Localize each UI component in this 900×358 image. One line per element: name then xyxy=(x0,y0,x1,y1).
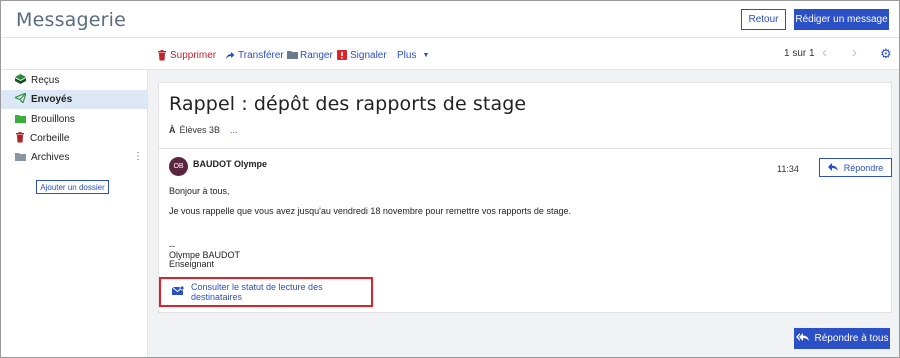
folder-icon xyxy=(15,114,26,126)
reply-arrow-icon xyxy=(827,162,838,173)
add-folder-button[interactable]: Ajouter un dossier xyxy=(36,180,109,194)
back-button[interactable]: Retour xyxy=(741,9,786,30)
sidebar-item-archives[interactable]: Archives ⋮ xyxy=(1,148,147,167)
folder-icon xyxy=(287,50,298,60)
subject-card: Rappel : dépôt des rapports de stage À É… xyxy=(158,82,892,148)
file-label: Ranger xyxy=(300,49,333,61)
chevron-down-icon: ▼ xyxy=(422,51,430,59)
reply-button[interactable]: Répondre xyxy=(819,158,892,177)
read-status-link[interactable]: Consulter le statut de lecture des desti… xyxy=(159,277,373,307)
sender-name: BAUDOT Olympe xyxy=(193,159,268,169)
delete-button[interactable]: Supprimer xyxy=(157,48,216,62)
forward-button[interactable]: Transférer xyxy=(225,48,284,62)
reply-label: Répondre xyxy=(843,162,884,173)
sidebar-item-label: Envoyés xyxy=(31,94,73,105)
forward-arrow-icon xyxy=(225,50,235,60)
gear-icon[interactable]: ⚙ xyxy=(880,46,892,62)
signature-role: Enseignant xyxy=(169,259,215,269)
message-body-line: Je vous rappelle que vous avez jusqu'au … xyxy=(169,206,571,216)
alert-icon xyxy=(337,50,347,60)
sidebar-item-drafts[interactable]: Brouillons xyxy=(1,110,147,129)
reply-all-button[interactable]: Répondre à tous xyxy=(794,328,890,349)
sidebar-item-label: Corbeille xyxy=(30,133,70,144)
paper-plane-icon xyxy=(13,92,27,106)
sidebar-item-sent[interactable]: Envoyés xyxy=(1,90,147,109)
sidebar-item-inbox[interactable]: Reçus xyxy=(1,71,147,90)
recipient-list[interactable]: Élèves 3B xyxy=(180,125,221,135)
read-status-label: Consulter le statut de lecture des desti… xyxy=(191,282,323,302)
more-label: Plus xyxy=(397,49,417,61)
sidebar-item-trash[interactable]: Corbeille xyxy=(1,129,147,148)
envelope-check-icon xyxy=(171,285,185,299)
app-window: Messagerie Retour Rédiger un message Sup… xyxy=(0,0,900,358)
delete-label: Supprimer xyxy=(170,49,217,61)
compose-button[interactable]: Rédiger un message xyxy=(794,9,889,30)
report-label: Signaler xyxy=(350,49,387,61)
app-title: Messagerie xyxy=(16,9,127,31)
message-pane: Rappel : dépôt des rapports de stage À É… xyxy=(148,70,899,357)
message-greeting: Bonjour à tous, xyxy=(169,186,230,196)
report-button[interactable]: Signaler xyxy=(337,48,387,62)
folder-icon xyxy=(15,152,26,164)
chevron-left-icon[interactable]: ‹ xyxy=(822,44,827,61)
app-header: Messagerie Retour Rédiger un message xyxy=(1,1,899,38)
pager-text: 1 sur 1 xyxy=(784,48,815,59)
sidebar-item-label: Reçus xyxy=(31,75,60,86)
trash-icon xyxy=(15,131,25,146)
trash-icon xyxy=(157,50,167,61)
folder-sidebar: Reçus Envoyés Brouillons Corbeille Archi… xyxy=(1,70,148,357)
more-recipients-link[interactable]: ... xyxy=(230,125,238,135)
more-dropdown[interactable]: Plus ▼ xyxy=(397,48,429,62)
message-toolbar: Supprimer Transférer Ranger Signaler Plu… xyxy=(1,39,899,70)
reply-all-icon xyxy=(795,333,809,344)
message-card: OB BAUDOT Olympe 11:34 Répondre Bonjour … xyxy=(158,148,892,313)
inbox-icon xyxy=(15,74,26,87)
file-button[interactable]: Ranger xyxy=(287,48,333,62)
avatar: OB xyxy=(169,157,188,176)
sidebar-item-label: Archives xyxy=(31,152,70,163)
kebab-menu-icon[interactable]: ⋮ xyxy=(133,151,143,162)
sidebar-item-label: Brouillons xyxy=(31,114,75,125)
forward-label: Transférer xyxy=(238,49,284,61)
reply-all-label: Répondre à tous xyxy=(814,333,889,344)
to-prefix: À xyxy=(169,125,176,135)
message-time: 11:34 xyxy=(777,164,799,174)
chevron-right-icon[interactable]: › xyxy=(852,44,857,61)
message-subject: Rappel : dépôt des rapports de stage xyxy=(169,93,527,115)
recipients-row: À Élèves 3B ... xyxy=(169,125,238,135)
